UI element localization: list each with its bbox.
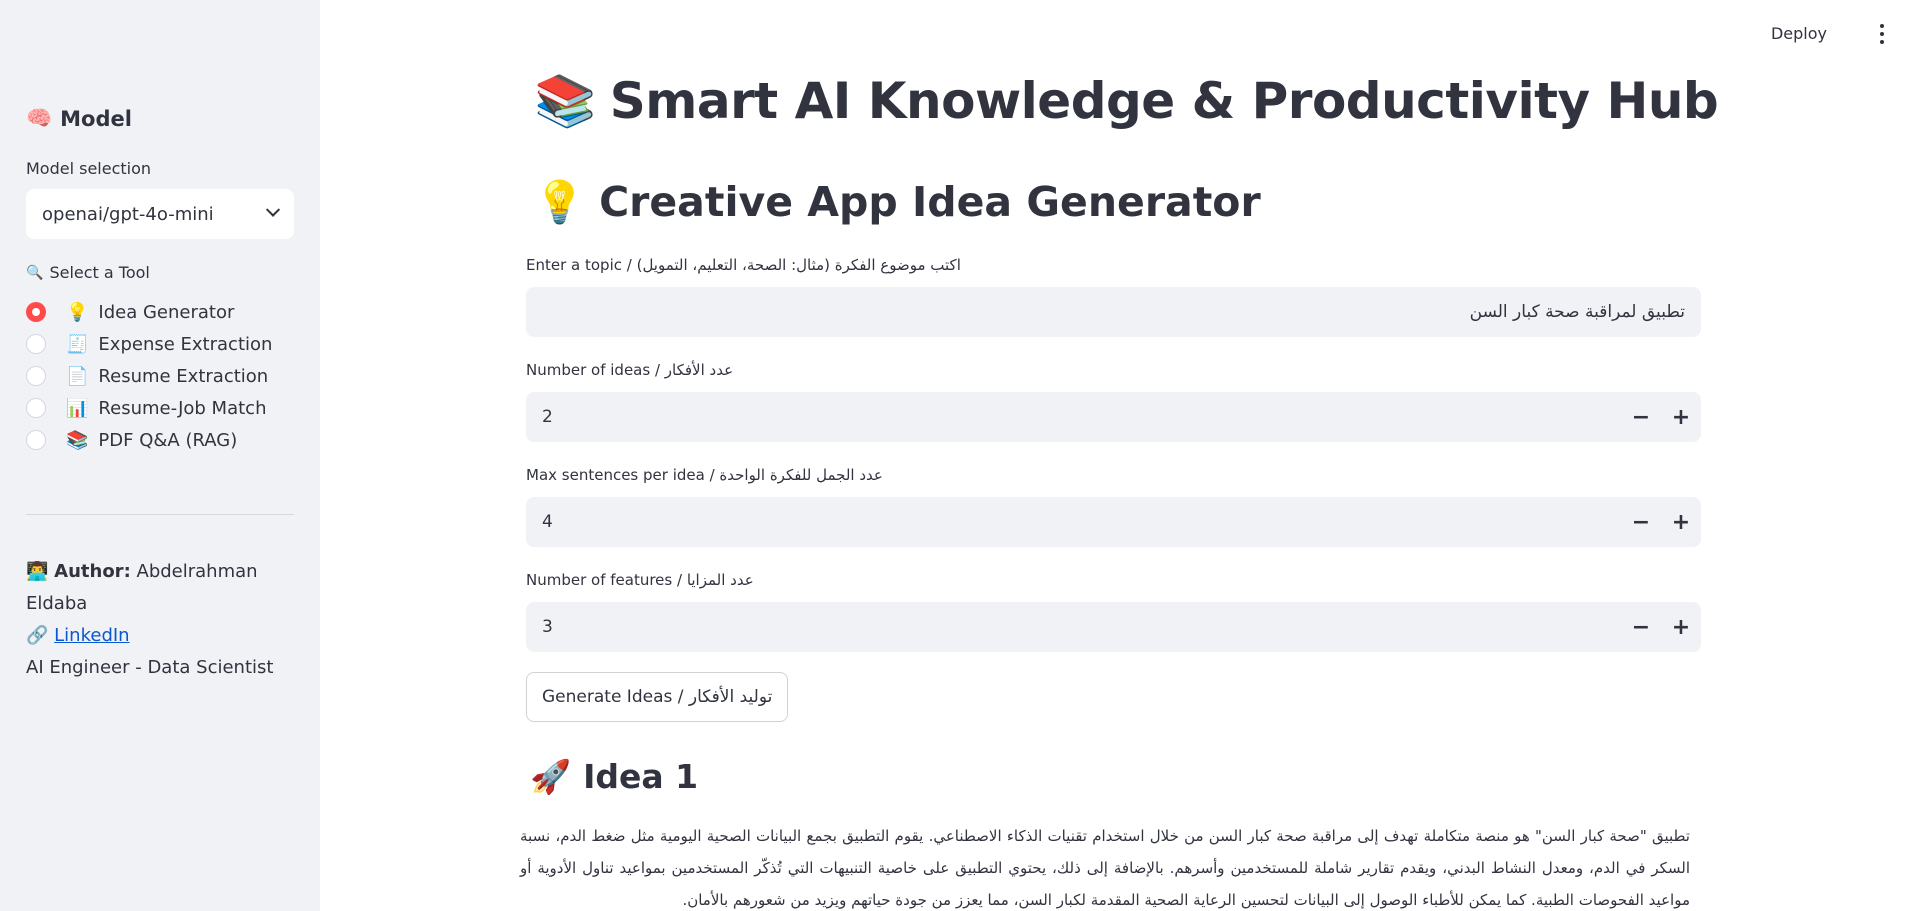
author-block: 👨‍💻 Author: Abdelrahman Eldaba 🔗 LinkedI… <box>26 556 294 684</box>
deploy-button[interactable]: Deploy <box>1771 24 1827 43</box>
page-title-text: Smart AI Knowledge & Productivity Hub <box>609 72 1719 130</box>
link-icon: 🔗 <box>26 625 49 646</box>
num-features-label: Number of features / عدد المزايا <box>526 571 754 589</box>
radio-resume-job-match[interactable]: 📊 Resume-Job Match <box>26 392 272 424</box>
radio-label: Resume Extraction <box>98 365 269 387</box>
author-role: AI Engineer - Data Scientist <box>26 657 274 678</box>
tool-radio-group: 💡 Idea Generator 🧾 Expense Extraction 📄 … <box>26 296 272 456</box>
model-select-value: openai/gpt-4o-mini <box>42 203 214 225</box>
tool-select-label: 🔍 Select a Tool <box>26 263 150 282</box>
linkedin-line: 🔗 LinkedIn <box>26 620 294 652</box>
increment-button[interactable]: + <box>1661 497 1701 547</box>
model-header: 🧠 Model <box>26 106 132 131</box>
num-features-value[interactable]: 3 <box>542 617 1621 637</box>
sidebar: 🧠 Model Model selection openai/gpt-4o-mi… <box>0 0 320 911</box>
increment-button[interactable]: + <box>1661 392 1701 442</box>
chevron-down-icon <box>265 202 281 217</box>
radio-idea-generator[interactable]: 💡 Idea Generator <box>26 296 272 328</box>
model-selection-label: Model selection <box>26 159 152 178</box>
radio-resume-extraction[interactable]: 📄 Resume Extraction <box>26 360 272 392</box>
author-line: 👨‍💻 Author: Abdelrahman Eldaba <box>26 556 294 620</box>
topic-input[interactable] <box>526 287 1701 337</box>
radio-label: PDF Q&A (RAG) <box>98 429 238 451</box>
idea-description: تطبيق "صحة كبار السن" هو منصة متكاملة ته… <box>520 827 1690 909</box>
generate-ideas-button[interactable]: Generate Ideas / توليد الأفكار <box>526 672 789 722</box>
idea-title: 🚀 Idea 1 <box>530 757 698 797</box>
decrement-button[interactable]: − <box>1621 602 1661 652</box>
radio-indicator[interactable] <box>26 366 46 386</box>
section-title-text: Creative App Idea Generator <box>599 178 1261 226</box>
radio-label: Expense Extraction <box>98 333 273 355</box>
idea-title-text: Idea 1 <box>583 757 699 796</box>
max-sentences-field[interactable]: 4 − + <box>526 497 1701 547</box>
books-icon: 📚 <box>534 72 596 130</box>
books-icon: 📚 <box>66 429 89 451</box>
rocket-icon: 🚀 <box>530 757 572 796</box>
num-ideas-label: Number of ideas / عدد الأفكار <box>526 361 734 379</box>
num-features-field[interactable]: 3 − + <box>526 602 1701 652</box>
model-select[interactable]: openai/gpt-4o-mini <box>26 189 294 239</box>
tool-select-label-text: Select a Tool <box>49 263 150 282</box>
radio-indicator[interactable] <box>26 430 46 450</box>
increment-button[interactable]: + <box>1661 602 1701 652</box>
magnifier-icon: 🔍 <box>26 264 44 281</box>
topic-label: Enter a topic / (اكتب موضوع الفكرة (مثال… <box>526 256 961 274</box>
decrement-button[interactable]: − <box>1621 497 1661 547</box>
page-title: 📚 Smart AI Knowledge & Productivity Hub <box>534 72 1719 131</box>
max-sentences-label: Max sentences per idea / عدد الجمل للفكر… <box>526 466 883 484</box>
radio-pdf-qa[interactable]: 📚 PDF Q&A (RAG) <box>26 424 272 456</box>
radio-label: Resume-Job Match <box>98 397 267 419</box>
radio-indicator[interactable] <box>26 398 46 418</box>
num-ideas-value[interactable]: 2 <box>542 407 1621 427</box>
section-title: 💡 Creative App Idea Generator <box>534 178 1261 227</box>
technologist-icon: 👨‍💻 <box>26 561 49 582</box>
radio-label: Idea Generator <box>98 301 235 323</box>
bar-chart-icon: 📊 <box>66 397 89 419</box>
radio-selected-indicator[interactable] <box>26 302 46 322</box>
author-label: Author: <box>54 561 131 582</box>
decrement-button[interactable]: − <box>1621 392 1661 442</box>
brain-icon: 🧠 <box>26 106 53 130</box>
more-options-icon[interactable] <box>1879 24 1885 44</box>
lightbulb-icon: 💡 <box>534 178 586 226</box>
document-icon: 📄 <box>66 365 89 387</box>
radio-indicator[interactable] <box>26 334 46 354</box>
receipt-icon: 🧾 <box>66 333 89 355</box>
linkedin-link[interactable]: LinkedIn <box>54 625 129 646</box>
model-header-text: Model <box>60 106 132 131</box>
max-sentences-value[interactable]: 4 <box>542 512 1621 532</box>
lightbulb-icon: 💡 <box>66 301 89 323</box>
num-ideas-field[interactable]: 2 − + <box>526 392 1701 442</box>
sidebar-divider <box>26 514 294 515</box>
radio-expense-extraction[interactable]: 🧾 Expense Extraction <box>26 328 272 360</box>
